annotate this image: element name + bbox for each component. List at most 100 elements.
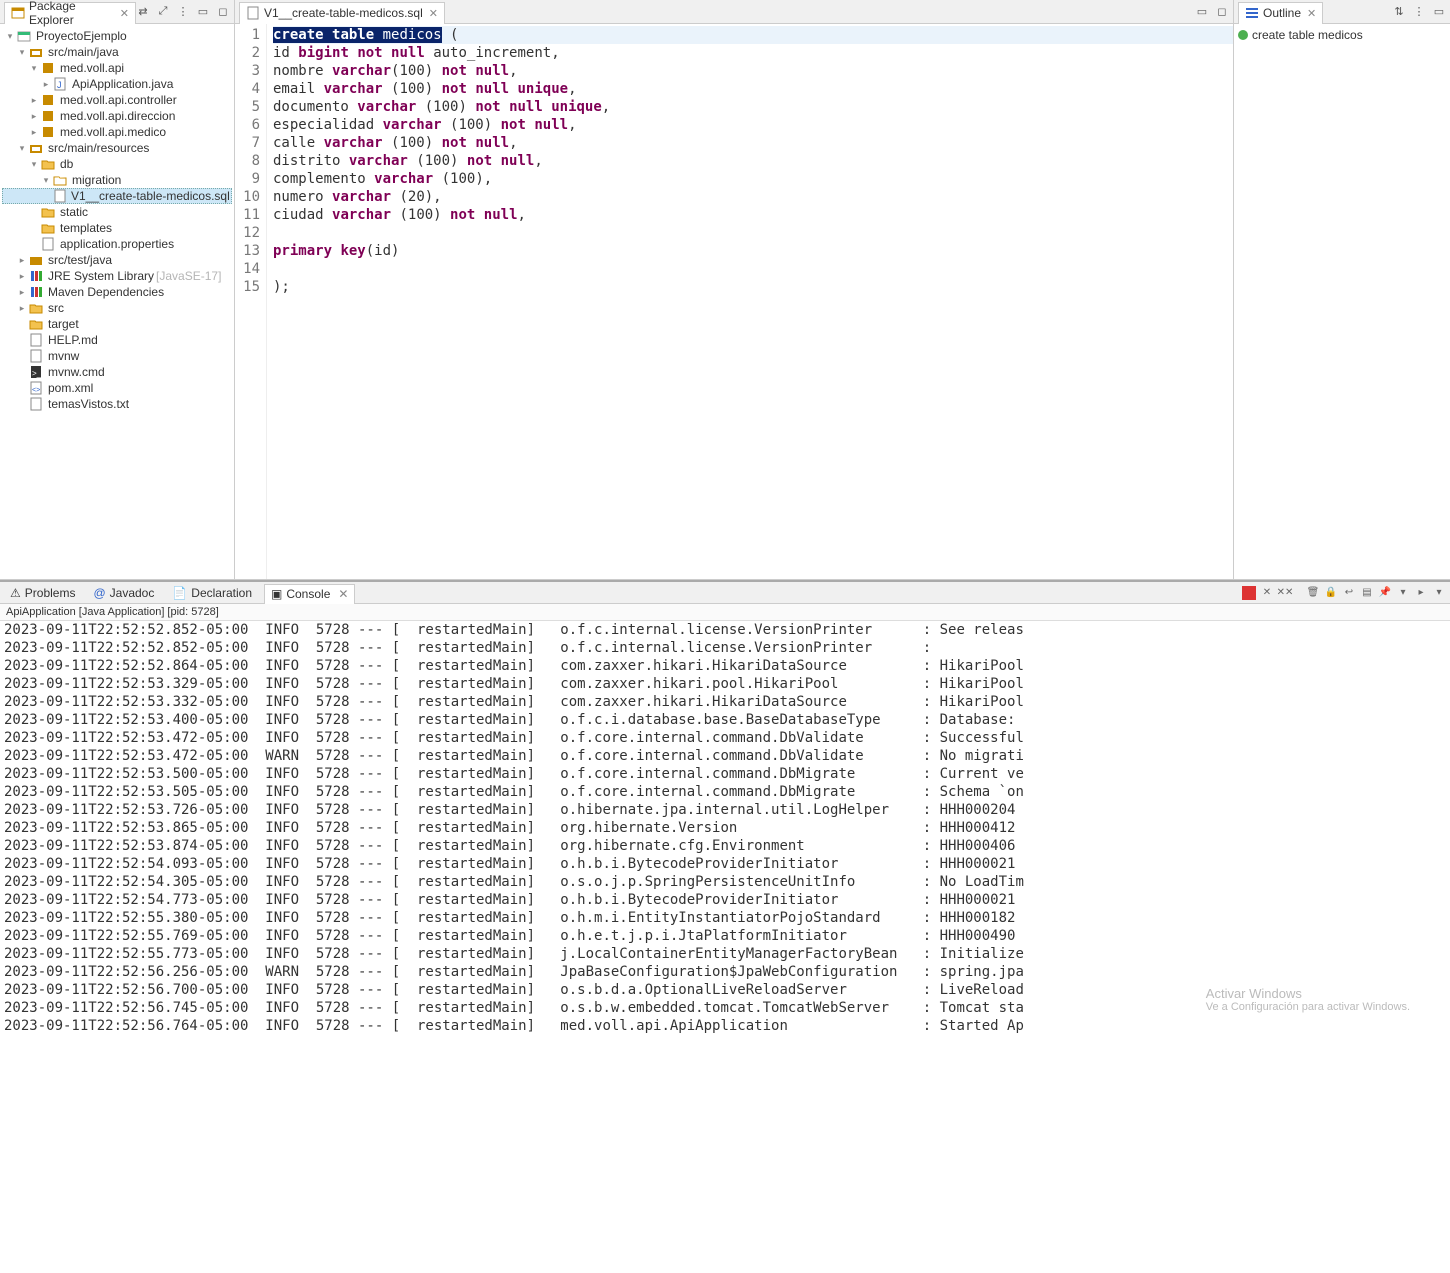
maximize-icon[interactable]: ◻: [216, 5, 230, 19]
tree-pkg-direccion[interactable]: ▸med.voll.api.direccion: [2, 108, 232, 124]
editor-area[interactable]: 123456789101112131415 create table medic…: [235, 24, 1233, 579]
close-icon[interactable]: ✕: [338, 587, 348, 601]
tree-pkg-controller[interactable]: ▸med.voll.api.controller: [2, 92, 232, 108]
view-menu-icon[interactable]: ⋮: [1412, 5, 1426, 19]
javadoc-icon: @: [93, 586, 105, 600]
outline-icon: [1245, 6, 1259, 20]
outline-item[interactable]: create table medicos: [1238, 28, 1446, 42]
svg-text:<>: <>: [32, 387, 40, 394]
tree-target[interactable]: target: [2, 316, 232, 332]
tree-db[interactable]: ▾db: [2, 156, 232, 172]
tree-api-app[interactable]: ▸JApiApplication.java: [2, 76, 232, 92]
display-selected-icon[interactable]: ▾: [1396, 586, 1410, 600]
package-icon: [40, 60, 56, 76]
maximize-icon[interactable]: ◻: [1215, 5, 1229, 19]
editor-tab-title: V1__create-table-medicos.sql: [264, 6, 423, 20]
pin-console-icon[interactable]: 📌: [1378, 586, 1392, 600]
tree-pkg-medico[interactable]: ▸med.voll.api.medico: [2, 124, 232, 140]
svg-text:J: J: [57, 80, 62, 90]
clear-console-icon[interactable]: 🗑: [1306, 586, 1320, 600]
bottom-panel: ⚠Problems @Javadoc 📄Declaration ▣Console…: [0, 580, 1450, 1273]
tree-mvnwcmd[interactable]: >_mvnw.cmd: [2, 364, 232, 380]
tree-temas[interactable]: temasVistos.txt: [2, 396, 232, 412]
tree-help[interactable]: HELP.md: [2, 332, 232, 348]
tree-pkg-api[interactable]: ▾med.voll.api: [2, 60, 232, 76]
remove-launch-icon[interactable]: ✕: [1260, 586, 1274, 600]
focus-icon[interactable]: ⤢: [156, 5, 170, 19]
tree-app-props[interactable]: application.properties: [2, 236, 232, 252]
new-console-icon[interactable]: ▾: [1432, 586, 1446, 600]
show-console-icon[interactable]: ▤: [1360, 586, 1374, 600]
close-icon[interactable]: ✕: [429, 7, 438, 20]
console-icon: ▣: [271, 587, 282, 601]
code-area[interactable]: create table medicos (id bigint not null…: [267, 24, 1233, 579]
svg-text:>_: >_: [32, 369, 42, 378]
tab-declaration[interactable]: 📄Declaration: [166, 585, 258, 601]
tree-src-main-resources[interactable]: ▾src/main/resources: [2, 140, 232, 156]
sql-file-icon: [53, 188, 67, 204]
outline-tab[interactable]: Outline ✕: [1238, 2, 1323, 24]
java-file-icon: J: [52, 76, 68, 92]
minimize-icon[interactable]: ▭: [1195, 5, 1209, 19]
package-icon: [40, 124, 56, 140]
package-icon: [40, 92, 56, 108]
tree-pom[interactable]: <>pom.xml: [2, 380, 232, 396]
tree-src-test[interactable]: ▸src/test/java: [2, 252, 232, 268]
outline-label: create table medicos: [1252, 28, 1363, 42]
tree-sql-file[interactable]: V1__create-table-medicos.sql: [2, 188, 232, 204]
source-folder-icon: [28, 140, 44, 156]
word-wrap-icon[interactable]: ↩: [1342, 586, 1356, 600]
scroll-lock-icon[interactable]: 🔒: [1324, 586, 1338, 600]
tree-src-folder[interactable]: ▸src: [2, 300, 232, 316]
library-icon: [28, 284, 44, 300]
open-console-icon[interactable]: ▸: [1414, 586, 1428, 600]
gutter: 123456789101112131415: [235, 24, 267, 579]
props-file-icon: [40, 236, 56, 252]
terminate-icon[interactable]: [1242, 586, 1256, 600]
folder-icon: [28, 316, 44, 332]
close-icon[interactable]: ✕: [120, 7, 129, 20]
folder-icon: [28, 300, 44, 316]
tree-src-main-java[interactable]: ▾src/main/java: [2, 44, 232, 60]
declaration-icon: 📄: [172, 586, 187, 600]
text-file-icon: [28, 348, 44, 364]
tree-mvnw[interactable]: mvnw: [2, 348, 232, 364]
tab-problems[interactable]: ⚠Problems: [4, 585, 81, 601]
view-menu-icon[interactable]: ⋮: [176, 5, 190, 19]
table-icon: [1238, 30, 1248, 40]
tree-migration[interactable]: ▾migration: [2, 172, 232, 188]
source-folder-icon: [28, 252, 44, 268]
outline-title: Outline: [1263, 6, 1301, 20]
package-explorer-panel: Package Explorer ✕ ⇄ ⤢ ⋮ ▭ ◻ ▾ProyectoEj…: [0, 0, 235, 579]
folder-icon: [40, 220, 56, 236]
tree-jre[interactable]: ▸JRE System Library [JavaSE-17]: [2, 268, 232, 284]
close-icon[interactable]: ✕: [1307, 7, 1316, 20]
cmd-file-icon: >_: [28, 364, 44, 380]
tree-templates[interactable]: templates: [2, 220, 232, 236]
tree-static[interactable]: static: [2, 204, 232, 220]
tab-console[interactable]: ▣Console✕: [264, 584, 355, 604]
xml-file-icon: <>: [28, 380, 44, 396]
tree-project[interactable]: ▾ProyectoEjemplo: [2, 28, 232, 44]
text-file-icon: [28, 332, 44, 348]
package-explorer-tab[interactable]: Package Explorer ✕: [4, 2, 136, 24]
link-with-editor-icon[interactable]: ⇄: [136, 5, 150, 19]
minimize-icon[interactable]: ▭: [196, 5, 210, 19]
folder-icon: [40, 156, 56, 172]
min-icon[interactable]: ▭: [1432, 5, 1446, 19]
launch-label: ApiApplication [Java Application] [pid: …: [0, 604, 1450, 621]
remove-all-icon[interactable]: ✕✕: [1278, 586, 1292, 600]
library-icon: [28, 268, 44, 284]
problems-icon: ⚠: [10, 586, 21, 600]
console-output[interactable]: 2023-09-11T22:52:52.852-05:00 INFO 5728 …: [0, 621, 1450, 1273]
project-icon: [16, 28, 32, 44]
editor-tab[interactable]: V1__create-table-medicos.sql ✕: [239, 2, 445, 24]
tab-javadoc[interactable]: @Javadoc: [87, 585, 160, 601]
sort-icon[interactable]: ⇅: [1392, 5, 1406, 19]
editor-panel: V1__create-table-medicos.sql ✕ ▭ ◻ 12345…: [235, 0, 1233, 579]
outline-panel: Outline ✕ ⇅ ⋮ ▭ create table medicos: [1233, 0, 1450, 579]
folder-open-icon: [52, 172, 68, 188]
tree-maven[interactable]: ▸Maven Dependencies: [2, 284, 232, 300]
text-file-icon: [28, 396, 44, 412]
project-tree[interactable]: ▾ProyectoEjemplo ▾src/main/java ▾med.vol…: [0, 24, 234, 579]
